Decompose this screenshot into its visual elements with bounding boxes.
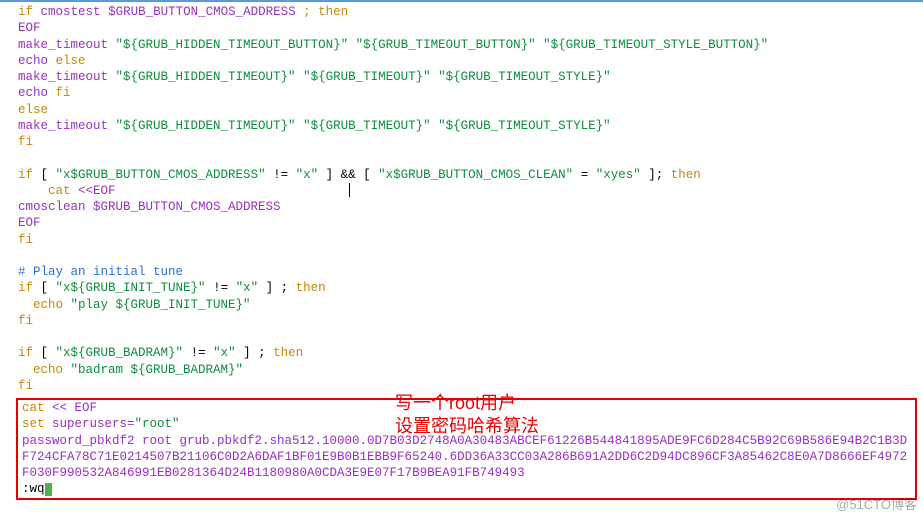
- cmd-cmosclean: cmosclean: [18, 200, 93, 214]
- string-cmos-address: "x$GRUB_BUTTON_CMOS_ADDRESS": [56, 168, 266, 182]
- heredoc-eof: EOF: [18, 216, 41, 230]
- keyword-then: then: [273, 346, 303, 360]
- op-ne: !=: [206, 281, 236, 295]
- keyword-else: else: [56, 54, 86, 68]
- cmd-make-timeout: make_timeout: [18, 70, 116, 84]
- cmd-echo: echo: [18, 363, 71, 377]
- keyword-then: then: [671, 168, 701, 182]
- comment-play-tune: # Play an initial tune: [18, 265, 183, 279]
- cmd-cat: cat: [22, 401, 52, 415]
- heredoc-eof: EOF: [18, 21, 41, 35]
- bracket: ] ;: [258, 281, 296, 295]
- string-play-tune: "play ${GRUB_INIT_TUNE}": [71, 298, 251, 312]
- bracket: [: [356, 168, 379, 182]
- annotation-text: 写一个root用户 设置密码哈希算法: [395, 392, 539, 439]
- text-cursor-icon: [349, 183, 350, 197]
- vim-command-wq[interactable]: :wq: [22, 482, 45, 496]
- annotation-line-2: 设置密码哈希算法: [395, 415, 539, 438]
- cmd-echo: echo: [18, 54, 56, 68]
- string-hidden-timeout: "${GRUB_HIDDEN_TIMEOUT}": [116, 70, 296, 84]
- string-xyes: "xyes": [596, 168, 641, 182]
- password-pbkdf2-line: password_pbkdf2 root grub.pbkdf2.sha512.…: [22, 434, 907, 481]
- string-hidden-timeout-button: "${GRUB_HIDDEN_TIMEOUT_BUTTON}": [116, 38, 349, 52]
- var-superusers: superusers=: [52, 417, 135, 431]
- string-timeout: "${GRUB_TIMEOUT}": [303, 70, 431, 84]
- string-badram: "x${GRUB_BADRAM}": [56, 346, 184, 360]
- cmd-echo: echo: [18, 298, 71, 312]
- keyword-then: then: [296, 281, 326, 295]
- bracket: [: [33, 346, 56, 360]
- bracket: ];: [641, 168, 671, 182]
- cmd-make-timeout: make_timeout: [18, 119, 116, 133]
- string-hidden-timeout: "${GRUB_HIDDEN_TIMEOUT}": [116, 119, 296, 133]
- bracket: ] ;: [236, 346, 274, 360]
- cmd-echo: echo: [18, 86, 56, 100]
- string-root: "root": [135, 417, 180, 431]
- keyword-fi: fi: [18, 314, 33, 328]
- string-timeout-button: "${GRUB_TIMEOUT_BUTTON}": [356, 38, 536, 52]
- keyword-fi: fi: [18, 233, 33, 247]
- cmd-set: set: [22, 417, 52, 431]
- keyword-fi: fi: [56, 86, 71, 100]
- op-and: &&: [341, 168, 356, 182]
- code-editor[interactable]: if cmostest $GRUB_BUTTON_CMOS_ADDRESS ; …: [0, 2, 923, 396]
- bracket: ]: [318, 168, 341, 182]
- var-grub-button-cmos-address: $GRUB_BUTTON_CMOS_ADDRESS: [108, 5, 296, 19]
- cmd-cat: cat: [18, 184, 78, 198]
- keyword-else: else: [18, 103, 48, 117]
- watermark-text: @51CTO博客: [836, 497, 917, 514]
- string-timeout-style-button: "${GRUB_TIMEOUT_STYLE_BUTTON}": [543, 38, 768, 52]
- annotation-line-1: 写一个root用户: [395, 392, 539, 415]
- heredoc-start: << EOF: [52, 401, 97, 415]
- string-init-tune: "x${GRUB_INIT_TUNE}": [56, 281, 206, 295]
- string-x: "x": [236, 281, 259, 295]
- bracket: [: [33, 168, 56, 182]
- string-timeout-style: "${GRUB_TIMEOUT_STYLE}": [438, 119, 611, 133]
- op-ne: !=: [266, 168, 296, 182]
- keyword-then: ; then: [296, 5, 349, 19]
- op-ne: !=: [183, 346, 213, 360]
- string-x: "x": [296, 168, 319, 182]
- keyword-if: if: [18, 281, 33, 295]
- string-timeout-style: "${GRUB_TIMEOUT_STYLE}": [438, 70, 611, 84]
- bracket: [: [33, 281, 56, 295]
- op-eq: =: [573, 168, 596, 182]
- cursor-icon: [45, 483, 52, 496]
- keyword-if: if: [18, 168, 33, 182]
- cmd-make-timeout: make_timeout: [18, 38, 116, 52]
- keyword-if: if: [18, 346, 33, 360]
- heredoc-start: <<EOF: [78, 184, 116, 198]
- string-x: "x": [213, 346, 236, 360]
- keyword-fi: fi: [18, 135, 33, 149]
- cmd-cmostest: cmostest: [41, 5, 101, 19]
- var-grub-button-cmos-address: $GRUB_BUTTON_CMOS_ADDRESS: [93, 200, 281, 214]
- string-badram-val: "badram ${GRUB_BADRAM}": [71, 363, 244, 377]
- string-cmos-clean: "x$GRUB_BUTTON_CMOS_CLEAN": [378, 168, 573, 182]
- keyword-if: if: [18, 5, 33, 19]
- keyword-fi: fi: [18, 379, 33, 393]
- string-timeout: "${GRUB_TIMEOUT}": [303, 119, 431, 133]
